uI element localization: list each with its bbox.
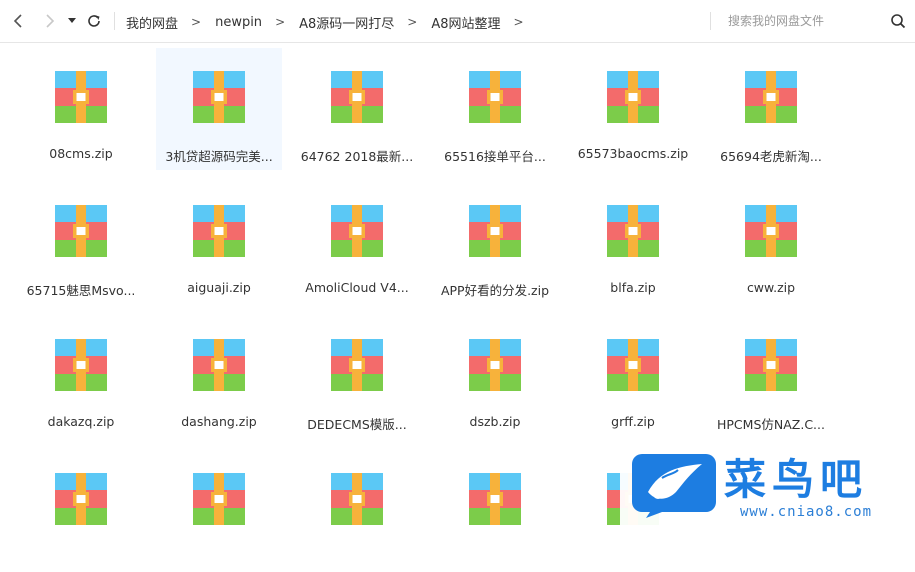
zip-archive-icon (469, 473, 521, 525)
watermark-url: www.cniao8.com (740, 504, 873, 520)
chevron-right-icon (46, 14, 55, 28)
file-item[interactable]: DEDECMS模版... (294, 316, 420, 438)
search-icon[interactable] (890, 13, 906, 29)
file-name: 65573baocms.zip (577, 146, 689, 161)
back-button[interactable] (9, 10, 29, 32)
breadcrumb-item-root[interactable]: 我的网盘 (126, 13, 178, 32)
zip-archive-icon (745, 339, 797, 391)
file-name: AmoliCloud V4... (305, 280, 409, 295)
zip-archive-icon (55, 473, 107, 525)
file-name: dszb.zip (469, 414, 521, 429)
file-item[interactable]: 65715魅思Msvo... (18, 182, 144, 304)
caret-down-icon (68, 18, 76, 23)
watermark-title: 菜鸟吧 (724, 455, 869, 504)
file-item[interactable] (432, 450, 558, 572)
search-box (714, 10, 910, 32)
zip-archive-icon (193, 71, 245, 123)
file-name: APP好看的分发.zip (440, 283, 550, 298)
search-input[interactable] (714, 14, 888, 28)
breadcrumb-item-a8-source[interactable]: A8源码一网打尽 (299, 13, 394, 32)
file-name: grff.zip (611, 414, 655, 429)
file-name: dakazq.zip (47, 414, 115, 429)
zip-archive-icon (469, 205, 521, 257)
breadcrumb: 我的网盘 > newpin > A8源码一网打尽 > A8网站整理 > (126, 12, 538, 32)
file-item[interactable]: blfa.zip (570, 182, 696, 304)
zip-archive-icon (607, 71, 659, 123)
zip-archive-icon (469, 339, 521, 391)
breadcrumb-separator: > (275, 15, 286, 29)
breadcrumb-item-newpin[interactable]: newpin (215, 15, 262, 30)
file-name: HPCMS仿NAZ.C... (717, 417, 825, 432)
search-divider (710, 12, 711, 30)
zip-archive-icon (607, 205, 659, 257)
file-item[interactable]: APP好看的分发.zip (432, 182, 558, 304)
chevron-left-icon (13, 14, 22, 28)
file-name: dashang.zip (181, 414, 257, 429)
file-item[interactable]: HPCMS仿NAZ.C... (708, 316, 834, 438)
file-name: DEDECMS模版... (307, 417, 407, 432)
zip-archive-icon (331, 339, 383, 391)
zip-archive-icon (55, 205, 107, 257)
file-item[interactable] (156, 450, 282, 572)
zip-archive-icon (745, 205, 797, 257)
file-item[interactable]: 08cms.zip (18, 48, 144, 170)
file-item[interactable]: dakazq.zip (18, 316, 144, 438)
zip-archive-icon (469, 71, 521, 123)
zip-archive-icon (193, 205, 245, 257)
file-item[interactable]: 64762 2018最新... (294, 48, 420, 170)
file-name: 3机贷超源码完美... (165, 149, 273, 164)
file-item[interactable]: dashang.zip (156, 316, 282, 438)
file-item[interactable]: 65516接单平台... (432, 48, 558, 170)
zip-archive-icon (607, 339, 659, 391)
zip-archive-icon (55, 339, 107, 391)
zip-archive-icon (331, 71, 383, 123)
file-name: cww.zip (746, 280, 796, 295)
refresh-button[interactable] (84, 10, 104, 32)
file-item[interactable]: 65694老虎新淘... (708, 48, 834, 170)
toolbar: 我的网盘 > newpin > A8源码一网打尽 > A8网站整理 > (0, 0, 915, 43)
file-name: 65516接单平台... (444, 149, 546, 164)
toolbar-divider (114, 12, 115, 30)
file-name: aiguaji.zip (187, 280, 251, 295)
file-item[interactable]: AmoliCloud V4... (294, 182, 420, 304)
file-name: 08cms.zip (49, 146, 113, 161)
bird-logo-icon (632, 454, 716, 518)
zip-archive-icon (193, 339, 245, 391)
forward-button[interactable] (39, 10, 59, 32)
watermark: 菜鸟吧 www.cniao8.com (620, 438, 915, 531)
breadcrumb-expand-separator[interactable]: > (514, 15, 524, 29)
file-name: blfa.zip (610, 280, 656, 295)
file-item[interactable]: 65573baocms.zip (570, 48, 696, 170)
breadcrumb-separator: > (407, 15, 418, 29)
zip-archive-icon (331, 473, 383, 525)
file-item[interactable]: cww.zip (708, 182, 834, 304)
file-item[interactable]: aiguaji.zip (156, 182, 282, 304)
breadcrumb-item-a8-sites[interactable]: A8网站整理 (431, 13, 500, 32)
breadcrumb-separator: > (191, 15, 202, 29)
file-name: 64762 2018最新... (300, 149, 414, 164)
zip-archive-icon (55, 71, 107, 123)
file-name: 65694老虎新淘... (720, 149, 822, 164)
file-item[interactable] (294, 450, 420, 572)
file-item[interactable] (18, 450, 144, 572)
history-dropdown-button[interactable] (64, 10, 80, 32)
refresh-icon (88, 15, 100, 27)
zip-archive-icon (331, 205, 383, 257)
file-item[interactable]: dszb.zip (432, 316, 558, 438)
zip-archive-icon (193, 473, 245, 525)
zip-archive-icon (745, 71, 797, 123)
file-item[interactable]: 3机贷超源码完美... (156, 48, 282, 170)
file-name: 65715魅思Msvo... (26, 283, 136, 298)
file-item[interactable]: grff.zip (570, 316, 696, 438)
